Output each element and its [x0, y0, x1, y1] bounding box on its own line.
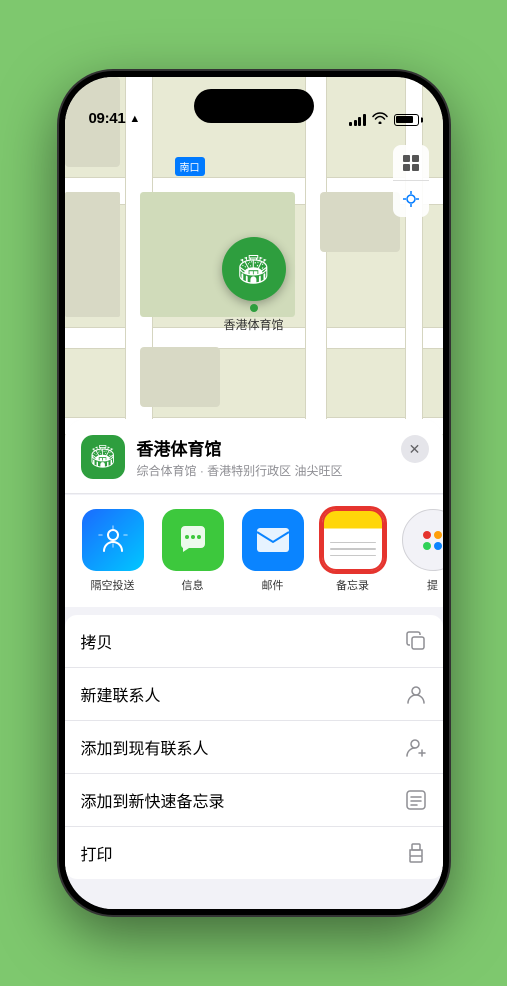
more-icon — [402, 509, 443, 571]
quick-note-icon — [405, 789, 427, 811]
share-mail-button[interactable]: 邮件 — [233, 509, 313, 593]
share-row: 隔空投送 信息 — [65, 495, 443, 607]
add-to-contact-action-button[interactable]: 添加到现有联系人 — [65, 721, 443, 774]
bottom-sheet: 🏟 香港体育馆 综合体育馆 · 香港特别行政区 油尖旺区 ✕ — [65, 419, 443, 909]
location-info: 香港体育馆 综合体育馆 · 香港特别行政区 油尖旺区 — [137, 435, 427, 479]
airdrop-label: 隔空投送 — [91, 577, 135, 593]
share-airdrop-button[interactable]: 隔空投送 — [73, 509, 153, 593]
signal-bars-icon — [349, 114, 366, 126]
share-notes-button[interactable]: 备忘录 — [313, 509, 393, 593]
mail-icon — [242, 509, 304, 571]
new-contact-action-button[interactable]: 新建联系人 — [65, 668, 443, 721]
add-to-contact-label: 添加到现有联系人 — [81, 735, 209, 759]
map-label-tag: 南口 — [175, 157, 205, 176]
action-list: 拷贝 新建联系人 添加到现有联系人 — [65, 615, 443, 879]
quick-note-action-button[interactable]: 添加到新快速备忘录 — [65, 774, 443, 827]
share-messages-button[interactable]: 信息 — [153, 509, 233, 593]
mail-label: 邮件 — [262, 577, 284, 593]
status-icons — [349, 112, 419, 127]
share-more-button[interactable]: 提 — [393, 509, 443, 593]
location-arrow-icon: ▲ — [129, 113, 140, 125]
dynamic-island — [194, 89, 314, 123]
status-time: 09:41 — [89, 110, 126, 127]
map-view-toggle-button[interactable] — [393, 145, 429, 181]
new-contact-icon — [405, 683, 427, 705]
close-button[interactable]: ✕ — [401, 435, 429, 463]
messages-icon — [162, 509, 224, 571]
location-header: 🏟 香港体育馆 综合体育馆 · 香港特别行政区 油尖旺区 ✕ — [65, 419, 443, 494]
map-controls — [393, 145, 429, 217]
new-contact-label: 新建联系人 — [81, 682, 161, 706]
quick-note-label: 添加到新快速备忘录 — [81, 788, 225, 812]
phone-screen: 09:41 ▲ — [65, 77, 443, 909]
copy-icon — [405, 630, 427, 652]
location-center-button[interactable] — [393, 181, 429, 217]
phone-frame: 09:41 ▲ — [59, 71, 449, 915]
battery-icon — [394, 114, 419, 126]
messages-label: 信息 — [182, 577, 204, 593]
notes-label: 备忘录 — [336, 577, 369, 593]
location-name: 香港体育馆 — [137, 435, 427, 460]
print-label: 打印 — [81, 841, 113, 865]
print-action-button[interactable]: 打印 — [65, 827, 443, 879]
map-pin: 🏟 香港体育馆 — [222, 237, 286, 333]
location-description: 综合体育馆 · 香港特别行政区 油尖旺区 — [137, 462, 427, 479]
airdrop-icon — [82, 509, 144, 571]
print-icon — [405, 842, 427, 864]
notes-icon — [322, 509, 384, 571]
copy-action-button[interactable]: 拷贝 — [65, 615, 443, 668]
location-venue-icon: 🏟 — [81, 435, 125, 479]
add-contact-icon — [405, 736, 427, 758]
pin-circle-icon: 🏟 — [222, 237, 286, 301]
wifi-icon — [372, 112, 388, 127]
more-label: 提 — [427, 577, 438, 593]
copy-action-label: 拷贝 — [81, 629, 113, 653]
pin-label: 香港体育馆 — [223, 316, 283, 333]
